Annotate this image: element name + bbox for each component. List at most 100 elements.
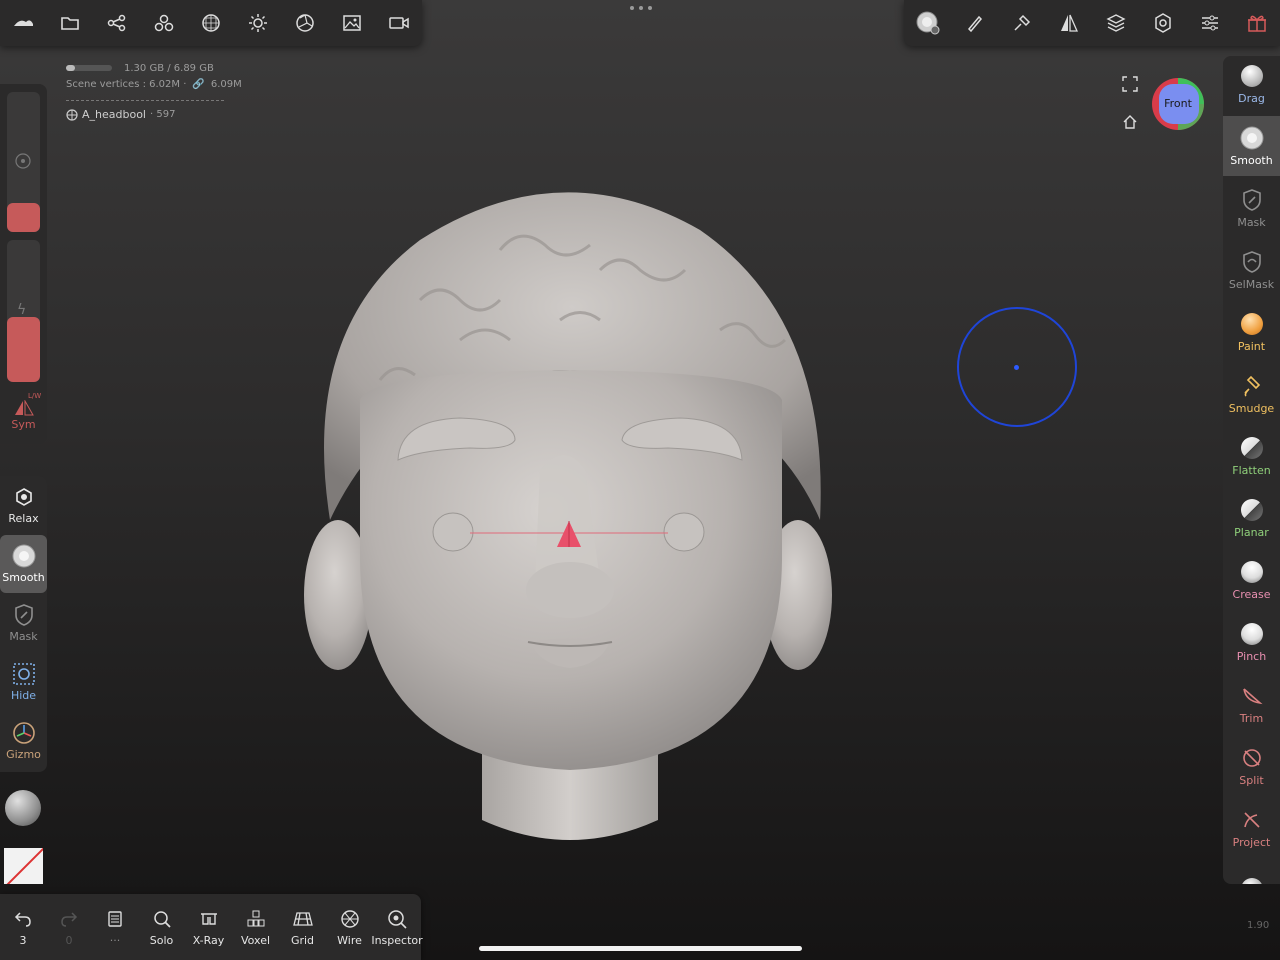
right-tool-project[interactable]: Project — [1223, 798, 1280, 858]
right-tool-smooth[interactable]: Smooth — [1223, 116, 1280, 176]
wire-button[interactable]: Wire — [326, 894, 373, 960]
home-view-icon[interactable] — [1122, 114, 1138, 130]
gift-icon — [1246, 13, 1268, 33]
files-button[interactable] — [47, 0, 94, 46]
split-icon — [1241, 745, 1263, 771]
left-tool-label: Mask — [9, 630, 38, 643]
undo-icon — [14, 908, 32, 930]
right-tool-mask[interactable]: Mask — [1223, 178, 1280, 238]
right-tool-selmask[interactable]: SelMask — [1223, 240, 1280, 300]
right-tool-trim[interactable]: Trim — [1223, 674, 1280, 734]
redo-button[interactable]: 0 — [46, 894, 92, 960]
topology-button[interactable] — [188, 0, 235, 46]
history-dots: ··· — [109, 933, 121, 947]
material-ball[interactable] — [5, 790, 41, 826]
flatten-icon — [1240, 435, 1263, 461]
stroke-icon — [1012, 13, 1032, 33]
symmetry-button[interactable] — [1045, 0, 1092, 46]
fullscreen-icon[interactable] — [1122, 76, 1138, 92]
right-tool-label: Flatten — [1232, 464, 1271, 477]
right-tool-label: Trim — [1239, 712, 1264, 725]
right-tool-smudge[interactable]: Smudge — [1223, 364, 1280, 424]
undo-count: 3 — [19, 933, 27, 947]
voxel-button[interactable]: Voxel — [232, 894, 279, 960]
left-tool-label: Hide — [10, 689, 37, 702]
gizmo-icon — [12, 721, 36, 745]
left-tool-mask[interactable]: Mask — [0, 594, 47, 652]
left-tool-relax[interactable]: Relax — [0, 476, 47, 534]
undo-button[interactable]: 3 — [0, 894, 46, 960]
more-options[interactable] — [630, 6, 652, 14]
nomad-logo-button[interactable] — [0, 0, 47, 46]
solo-button[interactable]: Solo — [138, 894, 185, 960]
left-tool-smooth[interactable]: Smooth — [0, 535, 47, 593]
grid-icon — [292, 908, 313, 930]
radius-icon — [15, 153, 31, 169]
left-tool-gizmo[interactable]: Gizmo — [0, 712, 47, 770]
right-tool-crease[interactable]: Crease — [1223, 550, 1280, 610]
selmask-icon — [1242, 249, 1262, 275]
brush-sliders-panel: ϟ L/W Sym — [0, 84, 47, 444]
scene-button[interactable] — [94, 0, 141, 46]
home-indicator[interactable] — [479, 946, 802, 951]
sculpt-viewport[interactable] — [0, 0, 1280, 960]
view-cube-label: Front — [1164, 97, 1192, 110]
top-left-toolbar — [0, 0, 422, 46]
grid-button[interactable]: Grid — [279, 894, 326, 960]
wire-label: Wire — [337, 933, 362, 947]
camera-button[interactable] — [375, 0, 422, 46]
right-tool-paint[interactable]: Paint — [1223, 302, 1280, 362]
xray-label: X-Ray — [192, 933, 225, 947]
meshes-icon — [154, 14, 174, 32]
preferences-button[interactable] — [1186, 0, 1233, 46]
right-tool-split[interactable]: Split — [1223, 736, 1280, 796]
right-tool-drag[interactable]: Drag — [1223, 56, 1280, 114]
selected-object[interactable]: A_headbool · 597 — [66, 108, 175, 121]
xray-button[interactable]: X-Ray — [185, 894, 232, 960]
sym-toggle[interactable]: L/W Sym — [0, 392, 47, 440]
layers-button[interactable] — [1092, 0, 1139, 46]
version-label: 1.90 — [1247, 920, 1270, 931]
sym-label: Sym — [11, 418, 36, 431]
left-tool-label: Smooth — [2, 571, 45, 584]
shading-button[interactable] — [281, 0, 328, 46]
planar-icon — [1240, 497, 1263, 523]
right-tools-panel: Drag Smooth Mask SelMask Paint Smudge Flatten P… — [1223, 56, 1280, 884]
right-tool-label: Smudge — [1228, 402, 1275, 415]
right-tool-flatten[interactable]: Flatten — [1223, 426, 1280, 486]
redo-count: 0 — [65, 933, 73, 947]
settings-button[interactable] — [1139, 0, 1186, 46]
mask-icon — [1242, 187, 1262, 213]
object-count: · 597 — [150, 109, 176, 120]
vertices-text: Scene vertices : 6.02M · — [66, 78, 187, 90]
background-button[interactable] — [328, 0, 375, 46]
crease-icon — [1240, 559, 1263, 585]
link-icon: 🔗 — [192, 78, 205, 90]
right-tool-more[interactable] — [1223, 860, 1280, 884]
voxel-icon — [246, 908, 266, 930]
left-tool-hide[interactable]: Hide — [0, 653, 47, 711]
smooth-icon — [1240, 125, 1264, 151]
view-cube[interactable]: Front — [1151, 77, 1205, 131]
gift-button[interactable] — [1233, 0, 1280, 46]
light-button[interactable] — [234, 0, 281, 46]
color-swatch[interactable] — [4, 848, 43, 884]
right-tool-label: Project — [1232, 836, 1271, 849]
stroke-button[interactable] — [998, 0, 1045, 46]
smooth-brush-icon — [915, 10, 941, 36]
symmetry-icon — [14, 400, 34, 416]
brush-cursor-dot — [1014, 365, 1019, 370]
tool-settings-button[interactable] — [951, 0, 998, 46]
nomad-logo-icon — [12, 16, 34, 30]
memory-fill — [66, 65, 75, 71]
right-tool-pinch[interactable]: Pinch — [1223, 612, 1280, 672]
solo-icon — [153, 908, 171, 930]
history-button[interactable]: ··· — [92, 894, 138, 960]
current-tool-button[interactable] — [904, 0, 951, 46]
intensity-icon: ϟ — [17, 302, 27, 318]
radius-slider-fill — [7, 202, 40, 232]
head-model[interactable] — [304, 192, 832, 840]
meshes-button[interactable] — [141, 0, 188, 46]
right-tool-planar[interactable]: Planar — [1223, 488, 1280, 548]
inspector-button[interactable]: Inspector — [371, 894, 423, 960]
